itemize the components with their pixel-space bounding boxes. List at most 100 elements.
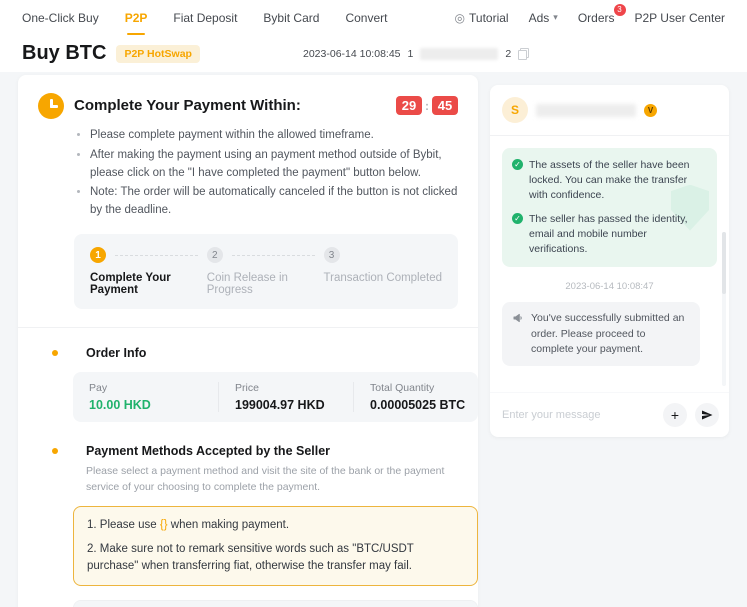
instruction-item: After making the payment using an paymen… bbox=[90, 147, 458, 183]
assurance-text: The assets of the seller have been locke… bbox=[529, 158, 707, 204]
step-number: 3 bbox=[324, 247, 340, 263]
timer-separator: : bbox=[425, 99, 429, 113]
system-message-text: You've successfully submitted an order. … bbox=[531, 311, 690, 357]
chat-message-input[interactable] bbox=[500, 408, 655, 422]
tutorial-link[interactable]: ◎ Tutorial bbox=[455, 11, 509, 25]
orders-count-badge: 3 bbox=[614, 4, 626, 16]
step-label: Transaction Completed bbox=[324, 272, 442, 284]
payment-instructions-list: Please complete payment within the allow… bbox=[38, 127, 458, 220]
check-icon: ✓ bbox=[512, 213, 523, 224]
ads-label: Ads bbox=[529, 11, 550, 25]
chat-scrollbar[interactable] bbox=[722, 232, 726, 386]
order-number-start: 1 bbox=[408, 48, 414, 60]
step-label: Complete Your Payment bbox=[90, 272, 207, 296]
order-number-end: 2 bbox=[505, 48, 511, 60]
step-transaction-completed: 3 Transaction Completed bbox=[324, 247, 442, 296]
step-coin-release: 2 Coin Release in Progress bbox=[207, 247, 324, 296]
nav-convert[interactable]: Convert bbox=[345, 0, 387, 35]
payment-methods-description: Please select a payment method and visit… bbox=[86, 464, 476, 496]
nav-one-click-buy[interactable]: One-Click Buy bbox=[22, 0, 99, 35]
seller-name-redacted bbox=[536, 104, 636, 117]
tutorial-icon: ◎ bbox=[455, 11, 465, 25]
field-label: Price bbox=[235, 382, 337, 394]
nav-left: One-Click Buy P2P Fiat Deposit Bybit Car… bbox=[22, 0, 387, 35]
notice-text: when making payment. bbox=[168, 519, 289, 531]
step-connector bbox=[115, 255, 198, 256]
field-value: 10.00 HKD bbox=[89, 398, 202, 412]
step-indicator: 2 bbox=[207, 247, 324, 263]
order-progress-stepper: 1 Complete Your Payment 2 Coin Release i… bbox=[74, 234, 458, 309]
seller-assurance-box: ✓ The assets of the seller have been loc… bbox=[502, 148, 717, 267]
bank-transfer-option[interactable]: Bank Transfer bbox=[74, 601, 477, 607]
bank-transfer-box: Bank Transfer Name Bank Account Number B… bbox=[73, 600, 478, 607]
payment-deadline-header: Complete Your Payment Within: 29 : 45 bbox=[38, 93, 458, 119]
step-complete-payment: 1 Complete Your Payment bbox=[90, 247, 207, 296]
send-icon bbox=[701, 409, 713, 421]
content: Complete Your Payment Within: 29 : 45 Pl… bbox=[0, 72, 747, 607]
nav-p2p[interactable]: P2P bbox=[125, 0, 148, 35]
assurance-item: ✓ The seller has passed the identity, em… bbox=[512, 212, 707, 258]
send-button[interactable] bbox=[695, 403, 719, 427]
p2p-user-center-link[interactable]: P2P User Center bbox=[635, 11, 726, 25]
field-value: 199004.97 HKD bbox=[235, 398, 337, 412]
step-indicator: 3 bbox=[324, 247, 442, 263]
clock-icon bbox=[38, 93, 64, 119]
instruction-item: Note: The order will be automatically ca… bbox=[90, 184, 458, 220]
payment-methods-heading: Payment Methods Accepted by the Seller bbox=[86, 444, 458, 458]
seller-notice-line: 2. Make sure not to remark sensitive wor… bbox=[87, 541, 464, 576]
ads-dropdown[interactable]: Ads ▾ bbox=[529, 11, 558, 25]
chevron-down-icon: ▾ bbox=[553, 12, 558, 23]
copy-icon[interactable] bbox=[518, 48, 529, 60]
tutorial-label: Tutorial bbox=[469, 11, 509, 25]
step-number: 2 bbox=[207, 247, 223, 263]
order-meta: 2023-06-14 10:08:45 1 2 bbox=[303, 48, 529, 60]
hotswap-badge: P2P HotSwap bbox=[116, 45, 200, 63]
assurance-text: The seller has passed the identity, emai… bbox=[529, 212, 707, 258]
countdown-timer: 29 : 45 bbox=[396, 93, 458, 115]
instruction-item: Please complete payment within the allow… bbox=[90, 127, 458, 145]
order-info-section: Order Info Pay 10.00 HKD Price 199004.97… bbox=[38, 346, 458, 422]
orders-link[interactable]: Orders 3 bbox=[578, 11, 615, 25]
section-bullet-icon bbox=[52, 350, 58, 356]
seller-notice-box: 1. Please use {} when making payment. 2.… bbox=[73, 506, 478, 587]
plus-icon: + bbox=[671, 407, 679, 423]
seller-avatar[interactable]: S bbox=[502, 97, 528, 123]
seller-notice-line: 1. Please use {} when making payment. bbox=[87, 517, 464, 534]
payment-methods-section: Payment Methods Accepted by the Seller P… bbox=[38, 444, 458, 607]
order-card: Complete Your Payment Within: 29 : 45 Pl… bbox=[18, 75, 478, 607]
page-header: Buy BTC P2P HotSwap 2023-06-14 10:08:45 … bbox=[0, 35, 747, 72]
top-navigation: One-Click Buy P2P Fiat Deposit Bybit Car… bbox=[0, 0, 747, 35]
verified-badge-icon: V bbox=[644, 104, 657, 117]
orders-label: Orders bbox=[578, 11, 615, 25]
step-indicator: 1 bbox=[90, 247, 207, 263]
order-datetime: 2023-06-14 10:08:45 bbox=[303, 48, 401, 60]
nav-bybit-card[interactable]: Bybit Card bbox=[263, 0, 319, 35]
notice-highlight: {} bbox=[160, 519, 168, 531]
order-info-box: Pay 10.00 HKD Price 199004.97 HKD Total … bbox=[73, 372, 478, 422]
field-label: Pay bbox=[89, 382, 202, 394]
order-info-price: Price 199004.97 HKD bbox=[218, 382, 353, 412]
divider bbox=[18, 327, 478, 328]
timer-seconds: 45 bbox=[432, 96, 458, 115]
section-bullet-icon bbox=[52, 448, 58, 454]
nav-right: ◎ Tutorial Ads ▾ Orders 3 P2P User Cente… bbox=[455, 0, 725, 35]
attach-button[interactable]: + bbox=[663, 403, 687, 427]
payment-deadline-title: Complete Your Payment Within: bbox=[74, 93, 301, 114]
step-connector bbox=[232, 255, 315, 256]
assurance-item: ✓ The assets of the seller have been loc… bbox=[512, 158, 707, 204]
order-number-redacted bbox=[420, 48, 498, 60]
order-info-heading: Order Info bbox=[86, 346, 458, 360]
p2p-order-page: One-Click Buy P2P Fiat Deposit Bybit Car… bbox=[0, 0, 747, 607]
step-label: Coin Release in Progress bbox=[207, 272, 324, 296]
order-info-quantity: Total Quantity 0.00005025 BTC bbox=[353, 382, 478, 412]
chat-input-bar: + bbox=[490, 392, 729, 437]
chat-header: S V bbox=[490, 85, 729, 136]
chat-panel: S V ✓ The assets of the seller have been… bbox=[490, 85, 729, 437]
nav-fiat-deposit[interactable]: Fiat Deposit bbox=[173, 0, 237, 35]
system-message-bubble: You've successfully submitted an order. … bbox=[502, 302, 700, 366]
check-icon: ✓ bbox=[512, 159, 523, 170]
timer-minutes: 29 bbox=[396, 96, 422, 115]
notice-text: 1. Please use bbox=[87, 519, 160, 531]
page-title: Buy BTC bbox=[22, 42, 106, 65]
step-number: 1 bbox=[90, 247, 106, 263]
